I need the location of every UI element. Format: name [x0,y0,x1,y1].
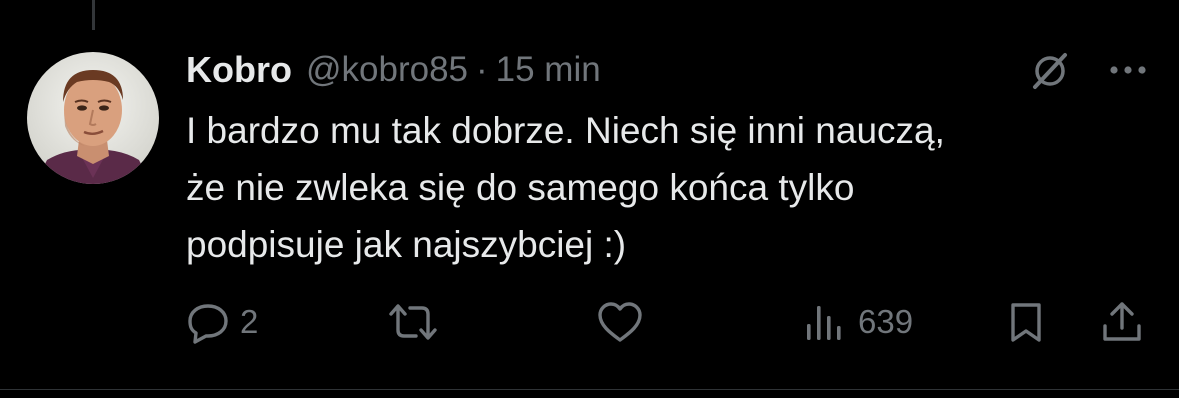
grok-icon [1033,53,1067,89]
reply-icon [188,304,228,344]
like-button[interactable] [596,296,654,348]
tweet-timestamp[interactable]: 15 min [496,50,601,90]
repost-icon [389,304,437,340]
bookmark-icon [1011,303,1041,342]
heart-icon [598,302,642,342]
header-separator: · [476,50,488,89]
views-button[interactable]: 639 [804,296,913,348]
more-options-button[interactable] [1100,48,1156,92]
avatar-image [27,52,159,184]
bookmark-button[interactable] [1004,296,1048,348]
more-icon [1110,66,1146,74]
tweet-text: I bardzo mu tak dobrze. Niech się inni n… [186,110,945,265]
avatar[interactable] [27,52,159,184]
reply-button[interactable]: 2 [186,296,258,348]
share-icon [1103,302,1141,341]
views-icon [807,306,841,340]
tweet-header: Kobro @kobro85 · 15 min [186,48,601,92]
thread-connector-line [92,0,95,30]
grok-button[interactable] [1020,44,1080,96]
reply-count: 2 [240,303,259,340]
share-button[interactable] [1100,296,1144,348]
views-count: 639 [858,303,914,340]
tweet-divider [0,389,1179,390]
tweet-actions: 2 639 [186,296,1156,348]
author-handle[interactable]: @kobro85 [306,50,468,90]
author-display-name[interactable]: Kobro [186,49,292,91]
repost-button[interactable] [388,296,448,348]
